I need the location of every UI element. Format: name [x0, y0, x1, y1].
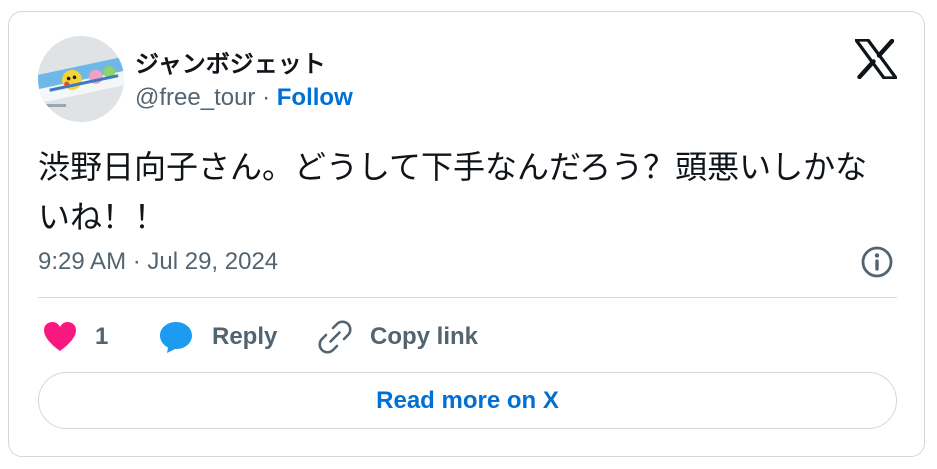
speech-bubble-icon: [160, 322, 192, 353]
reply-label: Reply: [212, 323, 278, 350]
follow-button[interactable]: Follow: [277, 84, 353, 111]
tweet-timestamp[interactable]: 9:29 AM · Jul 29, 2024: [38, 248, 278, 276]
author-handle-row: @free_tour · Follow: [135, 84, 353, 112]
tweet-text: 渋野日向子さん。どうして下手なんだろう？頭悪いしかないね！！: [38, 149, 868, 235]
link-icon: [318, 320, 352, 354]
like-button[interactable]: 1: [43, 317, 108, 357]
divider: [38, 297, 897, 298]
copy-link-button[interactable]: Copy link: [318, 317, 478, 357]
tweet-embed-card: ジャンボジェット @free_tour · Follow 渋野日向子さん。どうし…: [8, 11, 925, 457]
handle-separator: ·: [255, 84, 277, 111]
author-handle[interactable]: @free_tour: [135, 84, 255, 111]
read-more-button[interactable]: Read more on X: [38, 372, 897, 429]
avatar[interactable]: [38, 36, 124, 122]
like-count: 1: [95, 323, 109, 350]
copy-link-label: Copy link: [370, 323, 479, 350]
author-display-name[interactable]: ジャンボジェット: [135, 44, 326, 79]
reply-button[interactable]: Reply: [158, 317, 277, 357]
info-icon[interactable]: [860, 245, 894, 279]
avatar-airplane-image: [38, 36, 124, 122]
x-logo-icon[interactable]: [854, 38, 898, 80]
heart-icon: [44, 322, 76, 351]
